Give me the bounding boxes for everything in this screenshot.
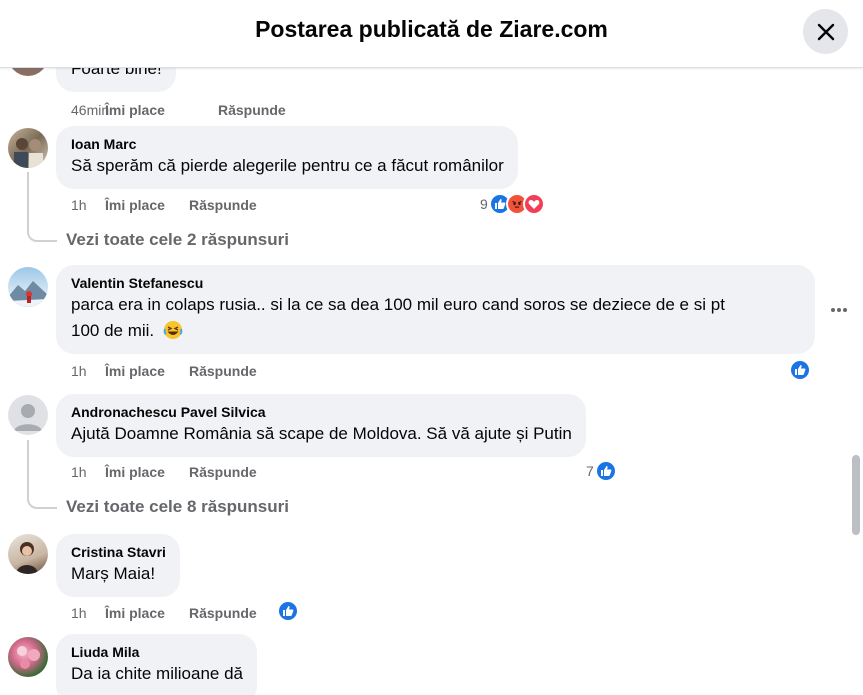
like-link[interactable]: Îmi place [105, 101, 218, 119]
reply-link[interactable]: Răspunde [189, 604, 257, 622]
comment-actions: 1h Îmi place Răspunde [71, 604, 257, 622]
comment-time[interactable]: 1h [71, 604, 105, 622]
comment-actions: 1h Îmi place Răspunde [71, 362, 257, 380]
comment-time[interactable]: 1h [71, 463, 105, 481]
comment-bubble: Valentin Stefanescu parca era in colaps … [56, 265, 815, 354]
reply-link[interactable]: Răspunde [189, 362, 257, 380]
more-options-button[interactable] [830, 296, 848, 319]
comment-text: Da ia chite milioane dă [71, 664, 243, 683]
comment-actions: 46min Îmi place Răspunde [71, 101, 286, 119]
comment-text: Să sperăm că pierde alegerile pentru ce … [71, 156, 504, 175]
reply-link[interactable]: Răspunde [189, 463, 257, 481]
avatar[interactable] [8, 68, 48, 76]
reaction-count: 9 [480, 196, 488, 212]
scrollbar-thumb[interactable] [852, 455, 860, 535]
comment-bubble: Liuda Mila Da ia chite milioane dă [56, 634, 257, 695]
comment-actions: 1h Îmi place Răspunde [71, 463, 257, 481]
comment-text-line: 100 de mii. [71, 321, 155, 340]
avatar[interactable] [8, 128, 48, 168]
avatar[interactable] [8, 637, 48, 677]
reaction-summary[interactable] [277, 600, 299, 622]
reaction-count: 7 [586, 463, 594, 479]
profile-photo [14, 138, 43, 168]
like-icon [277, 600, 299, 622]
love-icon [522, 193, 545, 215]
close-icon [817, 23, 834, 40]
more-dots-icon [831, 308, 847, 312]
view-replies-link[interactable]: Vezi toate cele 8 răspunsuri [66, 497, 289, 517]
default-profile-icon [14, 404, 42, 431]
comment-time[interactable]: 46min [71, 101, 109, 119]
profile-photo [17, 646, 40, 669]
reaction-summary[interactable] [789, 359, 811, 381]
avatar[interactable] [8, 534, 48, 574]
reaction-summary[interactable]: 9 [480, 193, 545, 215]
laughing-emoji [163, 321, 183, 339]
comment-text: Marș Maia! [71, 564, 156, 583]
reply-link[interactable]: Răspunde [189, 196, 257, 214]
avatar[interactable] [8, 395, 48, 435]
comment-bubble: Ioan Marc Să sperăm că pierde alegerile … [56, 126, 518, 189]
dialog-title: Postarea publicată de Ziare.com [255, 16, 608, 42]
comment-author[interactable]: Valentin Stefanescu [71, 274, 801, 292]
like-link[interactable]: Îmi place [105, 604, 189, 622]
like-icon [594, 460, 617, 482]
comment-actions: 1h Îmi place Răspunde [71, 196, 257, 214]
profile-photo [16, 542, 38, 574]
comment-time[interactable]: 1h [71, 196, 105, 214]
like-icon [789, 359, 811, 381]
like-link[interactable]: Îmi place [105, 463, 189, 481]
comment-text: Foarte bine! [71, 68, 162, 78]
comment-author[interactable]: Ioan Marc [71, 135, 504, 153]
comment-time[interactable]: 1h [71, 362, 105, 380]
view-replies-link[interactable]: Vezi toate cele 2 răspunsuri [66, 230, 289, 250]
comment-text-line: parca era in colaps rusia.. si la ce sa … [71, 295, 725, 314]
comment-author[interactable]: Andronachescu Pavel Silvica [71, 403, 572, 421]
comment-author[interactable]: Liuda Mila [71, 643, 243, 661]
dialog-header: Postarea publicată de Ziare.com [0, 0, 863, 68]
reply-link[interactable]: Răspunde [218, 101, 286, 119]
avatar[interactable] [8, 267, 48, 307]
like-link[interactable]: Îmi place [105, 196, 189, 214]
comment-text: Ajută Doamne România să scape de Moldova… [71, 424, 572, 443]
comment-author[interactable]: Cristina Stavri [71, 543, 166, 561]
like-link[interactable]: Îmi place [105, 362, 189, 380]
comment-bubble: Andronachescu Pavel Silvica Ajută Doamne… [56, 394, 586, 457]
comments-feed: Foarte bine! 46min Îmi place Răspunde Io… [0, 68, 863, 695]
close-button[interactable] [803, 9, 848, 54]
comment-bubble: Cristina Stavri Marș Maia! [56, 534, 180, 597]
comment-text: parca era in colaps rusia.. si la ce sa … [71, 292, 801, 344]
comment-bubble: Foarte bine! [56, 68, 176, 92]
profile-photo [8, 281, 48, 307]
thread-connector [27, 218, 57, 242]
reaction-summary[interactable]: 7 [586, 460, 617, 482]
thread-connector [27, 485, 57, 509]
